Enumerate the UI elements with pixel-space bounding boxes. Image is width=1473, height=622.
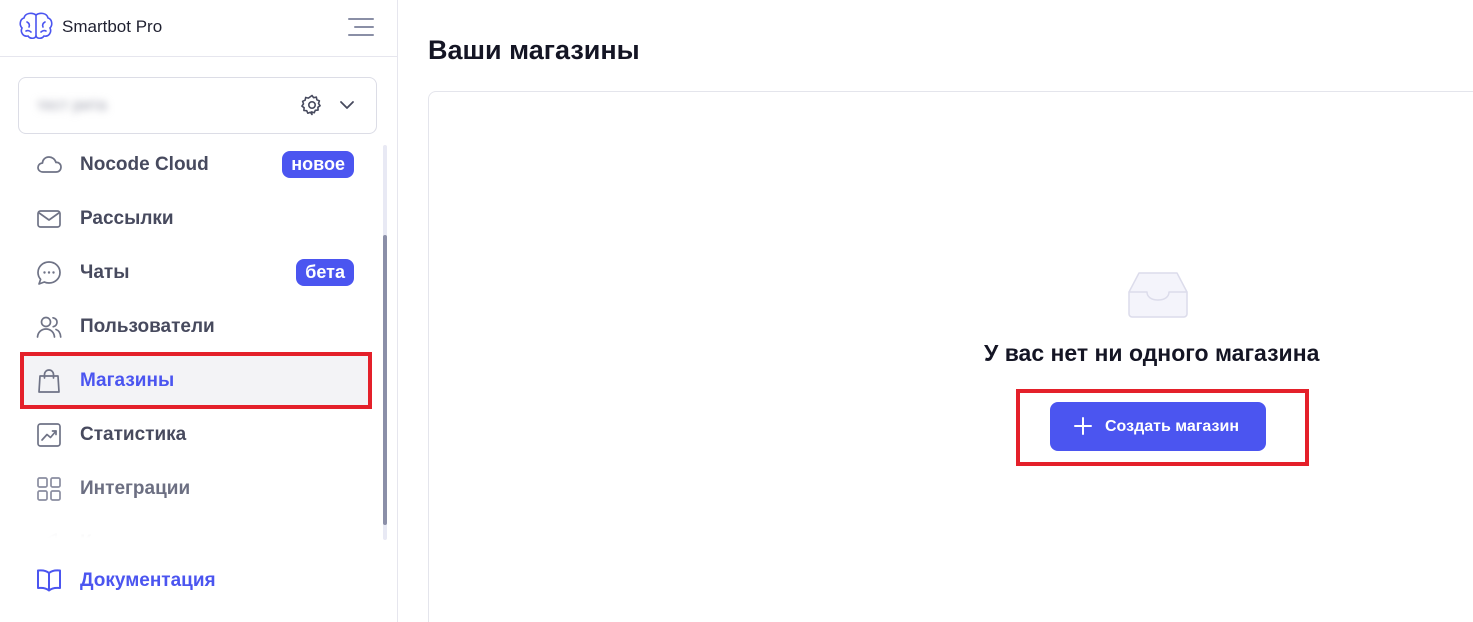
documentation-link[interactable]: Документация — [20, 553, 372, 607]
sidebar-item-label: Nocode Cloud — [80, 154, 209, 175]
chat-bubble-icon — [37, 261, 61, 285]
sidebar-item-label: Статистика — [80, 424, 187, 445]
hamburger-menu-icon[interactable] — [346, 14, 376, 40]
create-shop-button[interactable]: Создать магазин — [1050, 402, 1266, 451]
sidebar-item-label: Рассылки — [80, 208, 174, 229]
sidebar-item-chats[interactable]: Чаты бета — [20, 246, 372, 300]
sidebar-item-mailings[interactable]: Рассылки — [20, 192, 372, 246]
sidebar-header: Smartbot Pro — [0, 0, 397, 57]
beta-badge: бета — [296, 259, 354, 286]
brain-icon — [19, 12, 53, 40]
sidebar-nav: Nocode Cloud новое Рассылки Чаты бета По… — [20, 138, 372, 538]
plus-icon — [1074, 417, 1092, 435]
sidebar-item-integrations[interactable]: Интеграции — [20, 462, 372, 516]
create-shop-label: Создать магазин — [1105, 418, 1239, 435]
sidebar-item-shops[interactable]: Магазины — [20, 354, 372, 408]
sidebar-item-label: Пользователи — [80, 316, 215, 337]
app-name: Smartbot Pro — [62, 17, 163, 36]
sidebar-item-statistics[interactable]: Статистика — [20, 408, 372, 462]
chart-icon — [37, 423, 61, 447]
sidebar-item-label: Чаты — [80, 262, 130, 283]
sidebar-item-nocode-cloud[interactable]: Nocode Cloud новое — [20, 138, 372, 192]
gear-icon[interactable] — [300, 93, 324, 117]
page-title: Ваши магазины — [428, 35, 640, 65]
chevron-down-icon[interactable] — [337, 95, 357, 115]
inbox-icon — [1128, 272, 1188, 318]
new-badge: новое — [282, 151, 354, 178]
documentation-label: Документация — [80, 570, 216, 591]
book-icon — [37, 569, 61, 592]
users-icon — [36, 316, 62, 338]
nav-fade-overlay — [20, 510, 372, 538]
cloud-icon — [37, 156, 62, 173]
sidebar-item-label: Интеграции — [80, 478, 191, 499]
sidebar-item-users[interactable]: Пользователи — [20, 300, 372, 354]
mail-icon — [37, 210, 61, 228]
sidebar: Smartbot Pro тест рита Nocode Cloud ново… — [0, 0, 398, 622]
sidebar-item-label: Магазины — [80, 370, 175, 391]
project-name: тест рита — [37, 97, 107, 114]
project-selector[interactable]: тест рита — [18, 77, 377, 134]
shopping-bag-icon — [38, 369, 60, 393]
grid-icon — [37, 477, 61, 501]
empty-state-text: У вас нет ни одного магазина — [984, 340, 1320, 366]
sidebar-scrollbar-thumb[interactable] — [383, 235, 387, 525]
